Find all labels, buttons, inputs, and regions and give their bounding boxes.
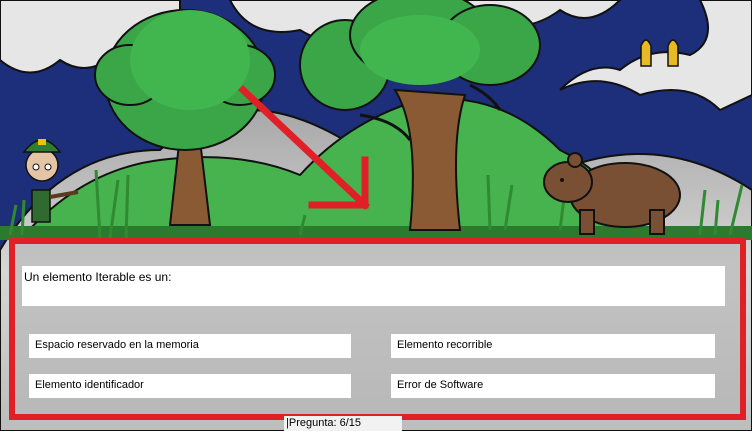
question-counter: |Pregunta: 6/15 — [284, 416, 402, 431]
answer-option-4[interactable]: Error de Software — [391, 374, 715, 398]
answer-option-4-label: Error de Software — [397, 379, 484, 391]
answer-option-3-label: Elemento identificador — [35, 379, 144, 391]
answer-option-1[interactable]: Espacio reservado en la memoria — [29, 334, 351, 358]
answer-option-1-label: Espacio reservado en la memoria — [35, 339, 199, 351]
answer-option-2[interactable]: Elemento recorrible — [391, 334, 715, 358]
game-scene — [0, 0, 752, 431]
question-counter-text: |Pregunta: 6/15 — [286, 417, 362, 429]
answer-option-2-label: Elemento recorrible — [397, 339, 493, 351]
question-text: Un elemento Iterable es un: — [24, 270, 172, 284]
answer-option-3[interactable]: Elemento identificador — [29, 374, 351, 398]
question-box: Un elemento Iterable es un: — [22, 266, 725, 306]
